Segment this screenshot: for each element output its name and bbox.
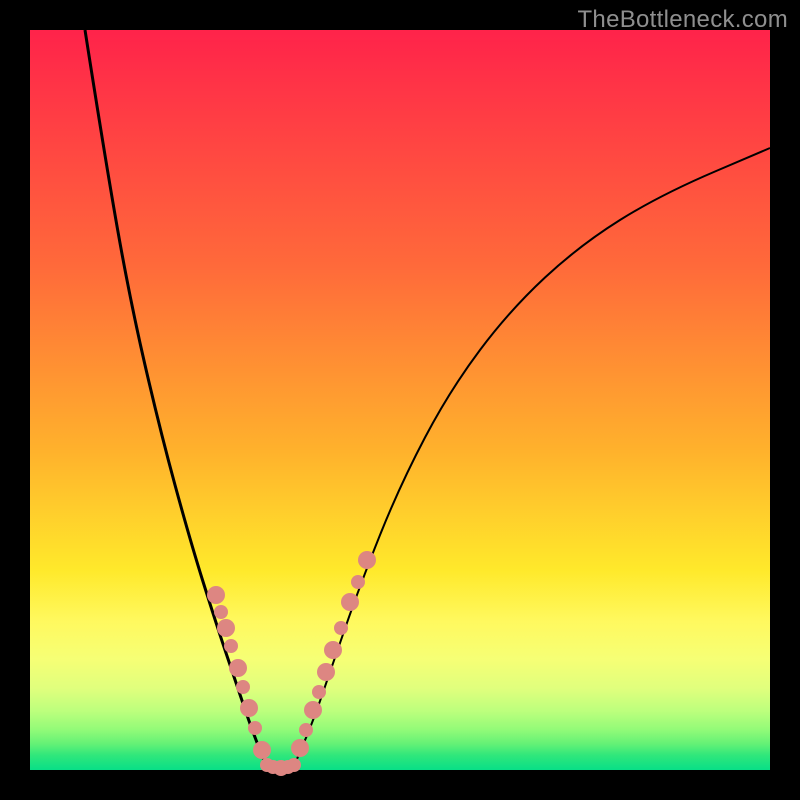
bead-marker (334, 621, 348, 635)
bead-marker (341, 593, 359, 611)
bead-marker (248, 721, 262, 735)
bead-marker (312, 685, 326, 699)
watermark-text: TheBottleneck.com (577, 6, 788, 34)
bead-marker (324, 641, 342, 659)
chart-overlay (30, 30, 770, 770)
bead-marker (358, 551, 376, 569)
bead-marker (287, 758, 301, 772)
bead-marker (224, 639, 238, 653)
bead-marker (253, 741, 271, 759)
bead-marker (214, 605, 228, 619)
chart-stage: TheBottleneck.com (0, 0, 800, 800)
bead-marker (236, 680, 250, 694)
bead-marker (240, 699, 258, 717)
bead-marker (217, 619, 235, 637)
bead-marker (317, 663, 335, 681)
bead-marker (229, 659, 247, 677)
bead-marker (291, 739, 309, 757)
bead-marker (207, 586, 225, 604)
left-curve (85, 30, 267, 768)
bead-marker (304, 701, 322, 719)
bead-marker (299, 723, 313, 737)
bead-group (207, 551, 376, 776)
bead-marker (351, 575, 365, 589)
right-curve (293, 148, 770, 768)
